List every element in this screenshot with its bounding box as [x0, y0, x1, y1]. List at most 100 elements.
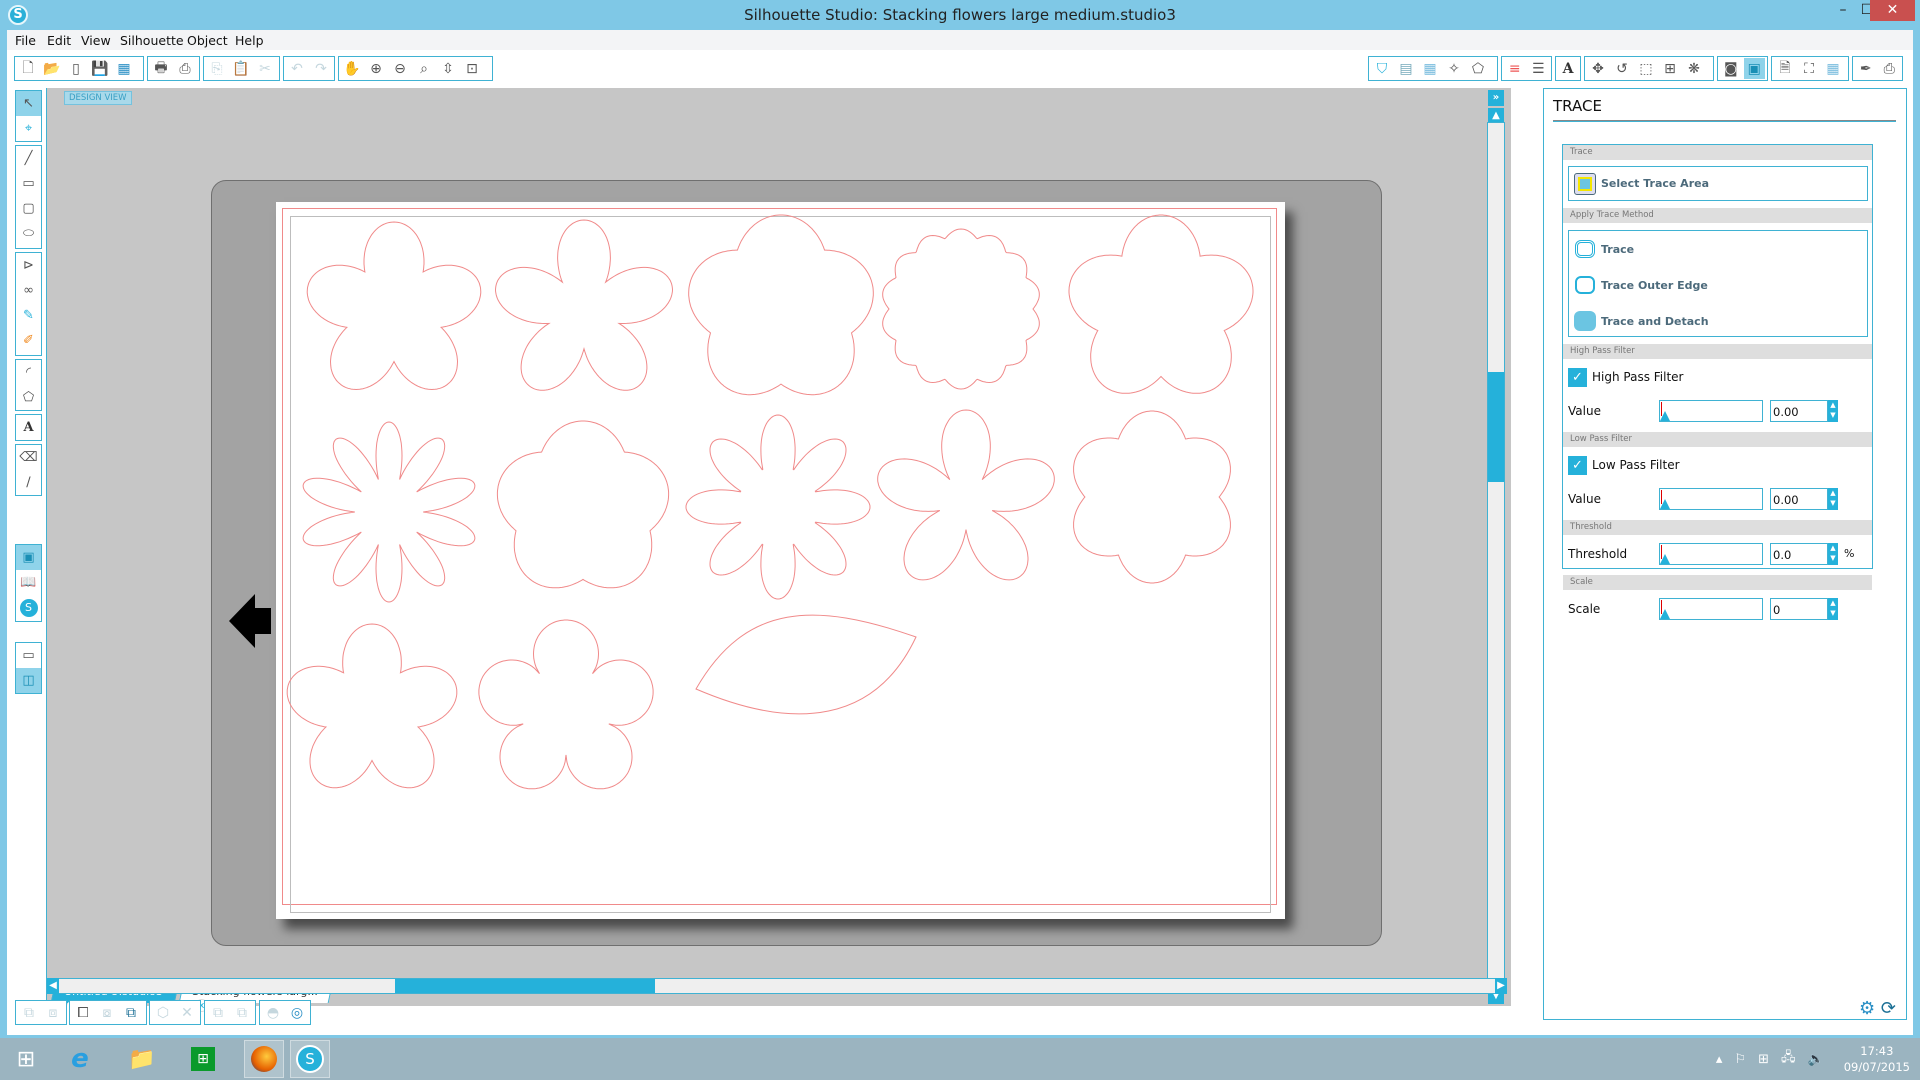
design-workspace[interactable]: DESIGN VIEW 12	[46, 88, 1511, 1013]
save-to-library-icon[interactable]: ▦	[113, 58, 135, 79]
replicate-icon[interactable]: ✥	[1587, 58, 1609, 79]
zoom-select-icon[interactable]: ⌕	[413, 58, 435, 79]
zoom-in-icon[interactable]: ⊕	[365, 58, 387, 79]
shape-flower-scalloped[interactable]	[882, 228, 1040, 390]
slider-thumb[interactable]	[1660, 554, 1670, 564]
open-library-icon[interactable]: ▯	[65, 58, 87, 79]
shape-flower-5-petal-small[interactable]	[286, 623, 458, 789]
low-pass-filter-checkbox-row[interactable]: ✓ Low Pass Filter	[1568, 455, 1680, 475]
make-compound-path-icon[interactable]: ⧠	[72, 1002, 94, 1023]
fill-pattern-icon[interactable]: ▦	[1419, 58, 1441, 79]
rectangle-tool-icon[interactable]: ▭	[16, 171, 41, 196]
select-all-fill-icon[interactable]: ◓	[262, 1002, 284, 1023]
silhouette-studio-taskbar-icon[interactable]: S	[290, 1040, 330, 1078]
group-icon[interactable]: ⧉	[18, 1002, 40, 1023]
shape-leaf[interactable]	[695, 614, 917, 715]
action-center-flag-icon[interactable]: ⚐	[1734, 1052, 1746, 1067]
horizontal-scroll-track[interactable]	[47, 978, 1507, 994]
print-icon[interactable]: 🖶	[150, 58, 172, 79]
send-to-silhouette-icon[interactable]: ⎙	[174, 58, 196, 79]
trace-outer-edge-button[interactable]: Trace Outer Edge	[1569, 267, 1867, 303]
slider-thumb[interactable]	[1660, 411, 1670, 421]
arc-tool-icon[interactable]: ◜	[16, 360, 41, 385]
fit-to-page-icon[interactable]: ⊡	[461, 58, 483, 79]
split-panel-view-icon[interactable]: ◫	[16, 668, 41, 693]
offset-target-icon[interactable]: ◎	[286, 1002, 308, 1023]
shape-flower-8-petal[interactable]	[685, 414, 871, 600]
clock[interactable]: 17:43 09/07/2015	[1844, 1043, 1910, 1075]
design-page[interactable]	[276, 202, 1285, 919]
send-to-back-icon[interactable]: ⧉	[231, 1002, 253, 1023]
fill-gradient-icon[interactable]: ▤	[1395, 58, 1417, 79]
sync-refresh-icon[interactable]: ⟳	[1881, 998, 1896, 1019]
scale-input[interactable]: 0	[1770, 598, 1828, 620]
offset-icon[interactable]: ◙	[1720, 58, 1742, 79]
menu-help[interactable]: Help	[235, 33, 264, 48]
line-style-icon[interactable]: ✧	[1443, 58, 1465, 79]
library-view-icon[interactable]: 📖	[16, 570, 41, 595]
edit-points-tool-icon[interactable]: ⌖	[16, 116, 41, 141]
slider-thumb[interactable]	[1660, 499, 1670, 509]
shape-flower-5-petal-thin[interactable]	[877, 409, 1055, 581]
smooth-freehand-tool-icon[interactable]: ✐	[16, 328, 41, 353]
high-pass-value-slider[interactable]	[1659, 400, 1763, 422]
pan-hand-icon[interactable]: ✋	[341, 58, 363, 79]
polygon-tool-icon[interactable]: ⊳	[16, 253, 41, 278]
shape-flower-star-petal[interactable]	[478, 619, 654, 790]
shape-flower-daisy-10-petal[interactable]	[302, 421, 476, 603]
copy-icon[interactable]: ⎘	[206, 58, 228, 79]
redo-icon[interactable]: ↷	[310, 58, 332, 79]
cut-settings-icon[interactable]: ✒	[1855, 58, 1877, 79]
windows-store-icon[interactable]: ⊞	[183, 1040, 223, 1078]
cut-icon[interactable]: ✂	[254, 58, 276, 79]
weld-icon[interactable]: ⧉	[120, 1002, 142, 1023]
vertical-scroll-thumb[interactable]	[1488, 372, 1504, 483]
menu-view[interactable]: View	[81, 33, 111, 48]
slider-thumb[interactable]	[1660, 609, 1670, 619]
ungroup-icon[interactable]: ⧈	[42, 1002, 64, 1023]
line-color-icon[interactable]: ⬠	[1467, 58, 1489, 79]
duplicate-icon[interactable]: ⬡	[152, 1002, 174, 1023]
firefox-icon[interactable]	[244, 1040, 284, 1078]
drag-zoom-icon[interactable]: ⇳	[437, 58, 459, 79]
release-compound-path-icon[interactable]: ⧇	[96, 1002, 118, 1023]
shape-flower-5-petal-notched[interactable]	[306, 221, 482, 391]
zoom-out-icon[interactable]: ⊖	[389, 58, 411, 79]
scale-slider[interactable]	[1659, 598, 1763, 620]
knife-tool-icon[interactable]: ∕	[16, 470, 41, 495]
close-button[interactable]: ✕	[1870, 0, 1915, 21]
file-explorer-icon[interactable]: 📁	[122, 1040, 162, 1078]
trace-icon[interactable]: ▣	[1743, 58, 1765, 79]
modify-icon[interactable]: ❋	[1683, 58, 1705, 79]
text-tool-icon[interactable]: A	[16, 415, 41, 440]
page-setup-icon[interactable]: 🗎	[1774, 58, 1796, 79]
grid-icon[interactable]: ▦	[1822, 58, 1844, 79]
scale-spinner[interactable]: ▲ ▼	[1828, 598, 1838, 620]
collapse-panel-button[interactable]: »	[1488, 90, 1504, 106]
regular-polygon-tool-icon[interactable]: ⬠	[16, 385, 41, 410]
text-style-icon[interactable]: A	[1558, 58, 1578, 79]
threshold-spinner[interactable]: ▲ ▼	[1828, 543, 1838, 565]
high-pass-value-spinner[interactable]: ▲ ▼	[1828, 400, 1838, 422]
curve-tool-icon[interactable]: ∞	[16, 278, 41, 303]
scroll-right-arrow-icon[interactable]: ▶	[1495, 978, 1507, 994]
threshold-slider[interactable]	[1659, 543, 1763, 565]
high-pass-value-input[interactable]: 0.00	[1770, 400, 1828, 422]
vertical-scrollbar[interactable]: » ▲ ▼	[1487, 88, 1505, 1006]
ellipse-tool-icon[interactable]: ⬭	[16, 221, 41, 246]
send-icon[interactable]: ⎙	[1879, 58, 1901, 79]
scroll-left-arrow-icon[interactable]: ◀	[47, 978, 59, 994]
design-view-icon[interactable]: ▣	[16, 545, 41, 570]
shape-flower-6-petal-round[interactable]	[1073, 410, 1231, 584]
shape-flower-5-petal-wide[interactable]	[494, 219, 674, 391]
scale-icon[interactable]: ⬚	[1635, 58, 1657, 79]
network-icon[interactable]: 🖧	[1781, 1048, 1796, 1070]
show-hidden-icons-icon[interactable]: ▴	[1716, 1052, 1723, 1067]
start-button-icon[interactable]: ⊞	[6, 1040, 46, 1078]
trace-button[interactable]: Trace	[1569, 231, 1867, 267]
open-file-icon[interactable]: 📂	[41, 58, 63, 79]
silhouette-store-icon[interactable]: S	[16, 595, 41, 620]
new-document-icon[interactable]: 🗋	[17, 58, 39, 79]
registration-marks-icon[interactable]: ⛶	[1798, 58, 1820, 79]
align-icon[interactable]: ⊞	[1659, 58, 1681, 79]
